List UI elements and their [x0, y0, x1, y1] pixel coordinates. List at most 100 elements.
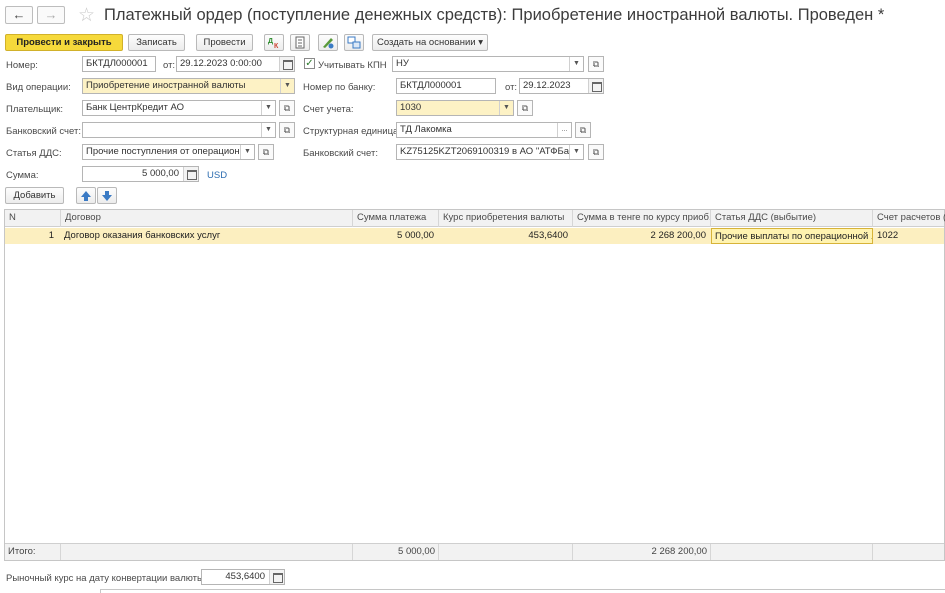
col-contract[interactable]: Договор: [61, 210, 353, 227]
calendar-icon[interactable]: [588, 79, 603, 93]
move-up-icon[interactable]: [76, 187, 96, 204]
chevron-down-icon[interactable]: ▼: [569, 57, 583, 71]
table-header: N Договор Сумма платежа Курс приобретени…: [5, 210, 945, 227]
open-link-icon[interactable]: ⧉: [588, 144, 604, 160]
back-button[interactable]: ←: [5, 6, 33, 24]
footer-payment-sum: 5 000,00: [353, 544, 439, 560]
operation-value: Приобретение иностранной валюты: [86, 80, 246, 91]
bank-date-field[interactable]: 29.12.2023: [519, 78, 604, 94]
struct-unit-value: ТД Лакомка: [400, 124, 452, 135]
create-based-on-button[interactable]: Создать на основании ▾: [372, 34, 488, 51]
table-footer: Итого: 5 000,00 2 268 200,00: [5, 543, 944, 560]
currency-link[interactable]: USD: [207, 170, 227, 181]
operation-field[interactable]: Приобретение иностранной валюты ▼: [82, 78, 295, 94]
open-link-icon[interactable]: ⧉: [279, 100, 295, 116]
bank-number-field[interactable]: БКТДЛ000001: [396, 78, 496, 94]
account-field[interactable]: 1030 ▼: [396, 100, 514, 116]
chevron-down-icon[interactable]: ▼: [280, 79, 294, 93]
calendar-icon[interactable]: [279, 57, 294, 71]
date-value: 29.12.2023 0:00:00: [180, 58, 262, 69]
favorite-star-icon[interactable]: ☆: [78, 4, 95, 27]
footer-empty: [61, 544, 353, 560]
chevron-down-icon[interactable]: ▼: [261, 123, 275, 137]
operation-label: Вид операции:: [6, 82, 71, 93]
move-down-icon[interactable]: [97, 187, 117, 204]
dt-kt-icon[interactable]: ДК: [264, 34, 284, 51]
chevron-down-icon[interactable]: ▼: [499, 101, 513, 115]
footer-empty: [711, 544, 873, 560]
col-rate[interactable]: Курс приобретения валюты: [439, 210, 573, 227]
kpn-value: НУ: [396, 58, 409, 69]
market-rate-field[interactable]: 453,6400: [201, 569, 285, 585]
open-link-icon[interactable]: ⧉: [258, 144, 274, 160]
payer-label: Плательщик:: [6, 104, 64, 115]
market-rate-value: 453,6400: [225, 571, 265, 582]
svg-text:К: К: [274, 43, 279, 50]
arrow-right-icon: →: [44, 7, 58, 22]
from-label: от:: [163, 60, 176, 71]
cell-n: 1: [48, 230, 54, 241]
bank-account-label: Банковский счет:: [6, 126, 81, 137]
footer-empty: [439, 544, 573, 560]
page-title: Платежный ордер (поступление денежных ср…: [104, 6, 885, 24]
kpn-field[interactable]: НУ ▼: [392, 56, 584, 72]
date-field[interactable]: 29.12.2023 0:00:00: [176, 56, 295, 72]
bank-account2-label: Банковский счет:: [303, 148, 378, 159]
dds-label: Статья ДДС:: [6, 148, 62, 159]
edit-icon[interactable]: [318, 34, 338, 51]
structure-icon[interactable]: [344, 34, 364, 51]
account-label: Счет учета:: [303, 104, 354, 115]
bank-from-label: от:: [505, 82, 518, 93]
kpn-label: Учитывать КПН: [318, 60, 387, 71]
chevron-down-icon[interactable]: ▼: [261, 101, 275, 115]
dds-field[interactable]: Прочие поступления от операционн ▼: [82, 144, 255, 160]
col-sum-tenge[interactable]: Сумма в тенге по курсу приоб...: [573, 210, 711, 227]
post-button[interactable]: Провести: [196, 34, 253, 51]
market-rate-label: Рыночный курс на дату конвертации валюты…: [6, 573, 207, 584]
comment-field[interactable]: [100, 589, 945, 593]
struct-unit-field[interactable]: ТД Лакомка...: [396, 122, 572, 138]
bank-date-value: 29.12.2023: [523, 80, 571, 91]
bank-number-label: Номер по банку:: [303, 82, 376, 93]
col-n[interactable]: N: [5, 210, 61, 227]
save-button[interactable]: Записать: [128, 34, 185, 51]
cell-contract[interactable]: Договор оказания банковских услуг: [61, 228, 353, 244]
sum-label: Сумма:: [6, 170, 39, 181]
bank-account2-field[interactable]: KZ75125KZT2069100319 в АО "АТФБан ▼: [396, 144, 584, 160]
open-link-icon[interactable]: ⧉: [517, 100, 533, 116]
payer-value: Банк ЦентрКредит АО: [86, 102, 185, 113]
post-and-close-button[interactable]: Провести и закрыть: [5, 34, 123, 51]
svg-text:Д: Д: [268, 38, 273, 45]
table-row[interactable]: 1 Договор оказания банковских услуг 5 00…: [5, 228, 944, 244]
sum-field[interactable]: 5 000,00: [82, 166, 199, 182]
footer-sum-tenge: 2 268 200,00: [573, 544, 711, 560]
bank-account-field[interactable]: ▼: [82, 122, 276, 138]
report-icon[interactable]: [290, 34, 310, 51]
payer-field[interactable]: Банк ЦентрКредит АО ▼: [82, 100, 276, 116]
forward-button[interactable]: →: [37, 6, 65, 24]
calculator-icon[interactable]: [183, 167, 198, 181]
col-settlement-account[interactable]: Счет расчетов (Б: [873, 210, 945, 227]
cell-dds[interactable]: Прочие выплаты по операционной ...: [711, 228, 873, 244]
payments-table[interactable]: N Договор Сумма платежа Курс приобретени…: [4, 209, 945, 561]
cell-rate[interactable]: 453,6400: [439, 228, 571, 244]
open-link-icon[interactable]: ⧉: [588, 56, 604, 72]
struct-unit-label: Структурная единица:: [303, 126, 401, 137]
number-label: Номер:: [6, 60, 38, 71]
kpn-checkbox[interactable]: ✓: [304, 58, 315, 69]
cell-sum-tenge[interactable]: 2 268 200,00: [573, 228, 709, 244]
number-field[interactable]: БКТДЛ000001: [82, 56, 156, 72]
chevron-down-icon[interactable]: ▼: [240, 145, 254, 159]
arrow-left-icon: ←: [12, 7, 26, 22]
sum-value: 5 000,00: [142, 168, 179, 179]
calculator-icon[interactable]: [269, 570, 284, 584]
cell-payment-sum[interactable]: 5 000,00: [353, 228, 437, 244]
add-row-button[interactable]: Добавить: [5, 187, 64, 204]
chevron-down-icon[interactable]: ▼: [569, 145, 583, 159]
cell-settlement-account[interactable]: 1022: [874, 228, 945, 244]
open-link-icon[interactable]: ⧉: [279, 122, 295, 138]
open-link-icon[interactable]: ⧉: [575, 122, 591, 138]
col-payment-sum[interactable]: Сумма платежа: [353, 210, 439, 227]
ellipsis-icon[interactable]: ...: [557, 123, 571, 137]
col-dds[interactable]: Статья ДДС (выбытие): [711, 210, 873, 227]
